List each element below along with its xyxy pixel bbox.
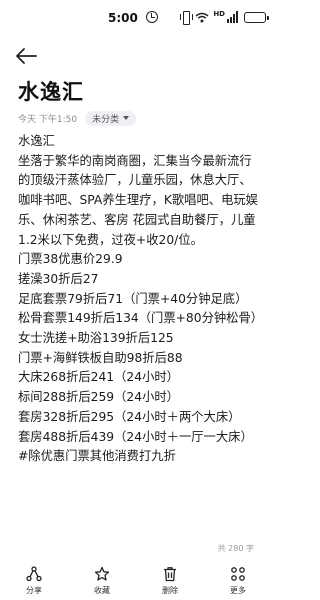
more-button[interactable]: 更多 [211,565,265,600]
note-body[interactable]: 水逸汇 坐落于繁华的南岗商圈，汇集当今最新流行的顶级汗蒸体验厂，儿童乐园，休息大… [18,132,264,467]
bottom-toolbar: 分享 收藏 删除 更多 [0,565,272,600]
share-icon [26,566,42,582]
status-icons: HD [180,10,269,25]
body-line: 标间288折后259（24小时） [18,390,179,405]
body-line: 足底套票79折后71（门票+40分钟足底） [18,291,248,306]
wifi-icon [195,12,209,22]
delete-button[interactable]: 删除 [143,565,197,600]
caret-down-icon [123,116,130,120]
back-button[interactable] [14,46,38,66]
signal-label: HD [213,10,225,18]
trash-icon [164,567,176,582]
category-dropdown[interactable]: 未分类 [85,110,137,126]
body-line: 门票38优惠价29.9 [18,252,123,267]
body-line: 大床268折后241（24小时） [18,370,179,385]
body-line: #除优惠门票其他消费打九折 [18,449,176,464]
char-count: 共 280 字 [217,544,254,553]
body-line: 门票+海鲜铁板自助98折后88 [18,350,183,365]
more-label: 更多 [230,586,246,595]
delete-label: 删除 [162,586,178,595]
battery-icon [244,11,269,23]
vibrate-icon [180,11,194,25]
alarm-icon [146,11,158,23]
body-line: 套房328折后295（24小时＋两个大床） [18,409,241,424]
arrow-left-icon [16,48,37,64]
status-time: 5:00 [108,11,138,25]
body-line: 搓澡30折后27 [18,271,99,286]
share-label: 分享 [26,586,42,595]
body-line: 松骨套票149折后134（门票+80分钟松骨） [18,311,264,326]
body-line: 水逸汇 [18,134,55,148]
favorite-button[interactable]: 收藏 [75,565,129,600]
category-label: 未分类 [92,114,120,125]
body-line: 套房488折后439（24小时＋一厅一大床） [18,429,253,444]
favorite-label: 收藏 [94,586,110,595]
status-bar: 5:00 HD [0,0,272,36]
more-grid-icon [231,567,245,581]
signal-icon [227,11,240,23]
body-line: 坐落于繁华的南岗商圈，汇集当今最新流行的顶级汗蒸体验厂，儿童乐园，休息大厅、咖啡… [18,153,258,247]
note-title[interactable]: 水逸汇 [18,76,84,106]
share-button[interactable]: 分享 [7,565,61,600]
note-meta: 今天 下午1:50 未分类 [18,110,137,126]
note-date: 今天 下午1:50 [18,114,78,125]
star-icon [94,566,110,581]
body-line: 女士洗搓+助浴139折后125 [18,331,174,346]
